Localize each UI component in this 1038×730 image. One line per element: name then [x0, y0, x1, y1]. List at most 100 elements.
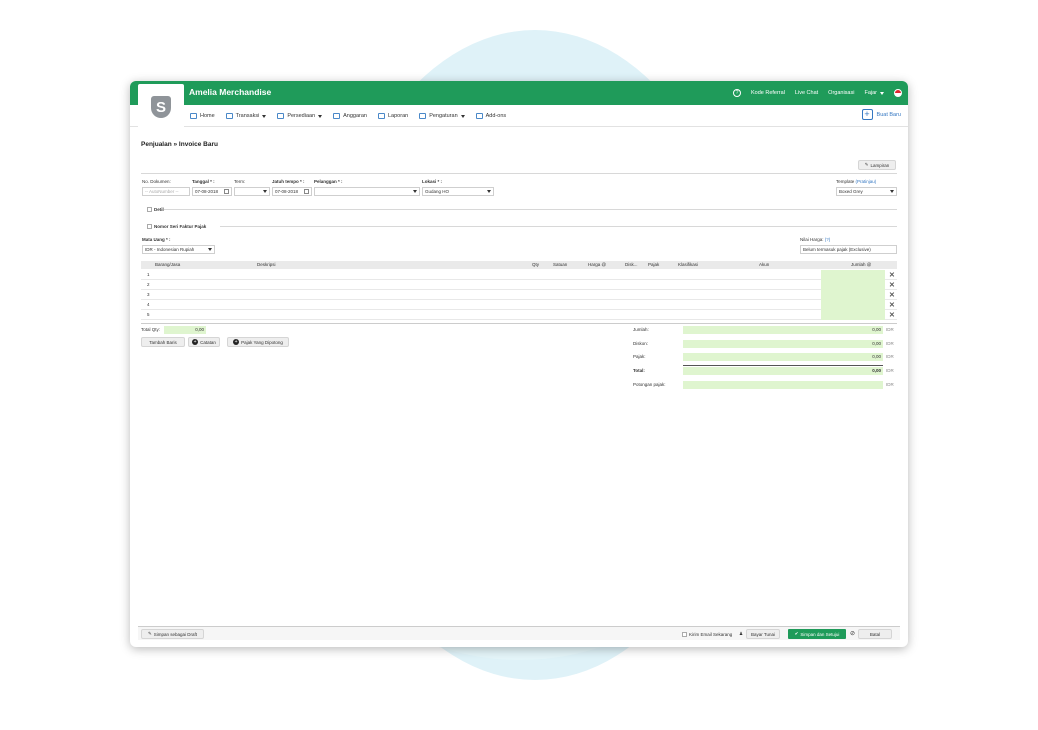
- add-row-label: Tambah Baris: [149, 339, 177, 345]
- nav-addons[interactable]: Add-ons: [475, 113, 506, 119]
- nav-home[interactable]: Home: [190, 113, 215, 119]
- amount-cell[interactable]: [821, 290, 885, 300]
- template-label-group: Template (Pratinjau): [836, 179, 876, 184]
- table-row[interactable]: 5 ✕: [141, 310, 897, 320]
- pay-cash-button[interactable]: Bayar Tunai: [746, 629, 780, 639]
- discount-value[interactable]: 0,00: [683, 340, 883, 348]
- save-approve-label: Simpan dan Setujui: [800, 631, 840, 637]
- withheld-tax-button[interactable]: + Pajak Yang Dipotong: [227, 337, 289, 347]
- date-field[interactable]: 07-08-2018: [192, 187, 232, 196]
- logo[interactable]: S: [138, 84, 184, 130]
- currency-code: IDR: [886, 368, 894, 373]
- nav-label: Transaksi: [235, 113, 260, 119]
- help-icon[interactable]: ?: [732, 89, 741, 97]
- cancel-button[interactable]: Batal: [858, 629, 892, 639]
- doc-no-placeholder: -- AutoNumber --: [145, 189, 179, 194]
- template-preview-link[interactable]: (Pratinjau): [856, 179, 877, 184]
- flag-icon[interactable]: [894, 89, 902, 97]
- total-label: Total:: [633, 368, 645, 373]
- delete-row-icon[interactable]: ✕: [889, 271, 895, 279]
- attachment-button[interactable]: ✎ Lampiran: [858, 160, 896, 170]
- currency-select[interactable]: IDR - Indonesian Rupiah: [142, 245, 215, 254]
- gear-icon: [419, 113, 427, 119]
- user-menu[interactable]: Fajar: [864, 90, 884, 96]
- new-button-label: Buat Baru: [876, 111, 901, 118]
- cancel-icon: ⊘: [850, 631, 856, 637]
- chevron-down-icon: [208, 248, 212, 251]
- help-icon[interactable]: (?): [825, 237, 831, 242]
- price-type-select[interactable]: Belum termasuk pajak (Exclusive): [800, 245, 897, 254]
- template-label: Template: [836, 179, 855, 184]
- amount-cell[interactable]: [821, 300, 885, 310]
- amount-cell[interactable]: [821, 310, 885, 320]
- detail-checkbox[interactable]: [147, 207, 152, 212]
- location-value: Gudang HO: [425, 189, 450, 194]
- tax-serial-checkbox[interactable]: [147, 224, 152, 229]
- plus-icon: +: [861, 109, 873, 120]
- col-unit: Satuan: [553, 262, 568, 267]
- nav-pengaturan[interactable]: Pengaturan: [419, 113, 465, 119]
- detail-label: Detil: [154, 207, 164, 212]
- price-type-value: Belum termasuk pajak (Exclusive): [803, 247, 871, 252]
- col-description: Deskripsi: [257, 262, 276, 267]
- amount-cell[interactable]: [821, 270, 885, 280]
- table-row[interactable]: 4 ✕: [141, 300, 897, 310]
- nav-laporan[interactable]: Laporan: [378, 113, 408, 119]
- add-row-button[interactable]: Tambah Baris: [141, 337, 185, 347]
- col-discount: Disk...: [625, 262, 638, 267]
- send-email-checkbox[interactable]: [682, 632, 687, 637]
- due-date-value: 07-08-2018: [275, 189, 299, 194]
- total-value: 0,00: [683, 367, 883, 375]
- delete-row-icon[interactable]: ✕: [889, 301, 895, 309]
- table-row[interactable]: 3 ✕: [141, 290, 897, 300]
- plus-circle-icon: +: [233, 339, 240, 345]
- nav-label: Anggaran: [343, 113, 367, 119]
- delete-row-icon[interactable]: ✕: [889, 291, 895, 299]
- col-amount: Jumlah @: [851, 262, 872, 267]
- location-select[interactable]: Gudang HO: [422, 187, 494, 196]
- template-select[interactable]: Boxed Grey: [836, 187, 897, 196]
- due-date-field[interactable]: 07-08-2018: [272, 187, 312, 196]
- main-nav: Home Transaksi Persediaan Anggaran Lapor…: [130, 105, 908, 127]
- nav-transaksi[interactable]: Transaksi: [225, 113, 267, 119]
- divider: [220, 226, 897, 227]
- top-bar: Amelia Merchandise ? Kode Referral Live …: [130, 81, 908, 105]
- delete-row-icon[interactable]: ✕: [889, 311, 895, 319]
- amount-cell[interactable]: [821, 280, 885, 290]
- save-approve-button[interactable]: ✔ Simpan dan Setujui: [788, 629, 846, 639]
- organization-link[interactable]: Organisasi: [828, 90, 854, 96]
- customer-select[interactable]: [314, 187, 420, 196]
- divider: [141, 173, 897, 174]
- tax-cut-value: [683, 381, 883, 389]
- template-value: Boxed Grey: [839, 189, 863, 194]
- new-button[interactable]: + Buat Baru: [861, 109, 901, 120]
- pay-cash-label: Bayar Tunai: [750, 631, 775, 637]
- delete-row-icon[interactable]: ✕: [889, 281, 895, 289]
- chevron-down-icon: [880, 91, 884, 95]
- row-number: 1: [147, 272, 150, 277]
- tax-value: 0,00: [683, 353, 883, 361]
- calendar-icon[interactable]: [224, 189, 229, 194]
- user-name: Fajar: [864, 90, 877, 96]
- table-row[interactable]: 1 ✕: [141, 270, 897, 280]
- nav-anggaran[interactable]: Anggaran: [333, 113, 367, 119]
- chevron-down-icon: [460, 114, 465, 118]
- calendar-icon[interactable]: [304, 189, 309, 194]
- doc-no-field[interactable]: -- AutoNumber --: [142, 187, 190, 196]
- plus-circle-icon: +: [192, 339, 199, 345]
- col-item: Barang/Jasa: [155, 262, 181, 267]
- chevron-down-icon: [413, 190, 417, 193]
- sum-value: 0,00: [683, 326, 883, 334]
- nav-persediaan[interactable]: Persediaan: [277, 113, 323, 119]
- table-row[interactable]: 2 ✕: [141, 280, 897, 290]
- home-icon: [190, 113, 197, 119]
- live-chat-link[interactable]: Live Chat: [795, 90, 818, 96]
- app-title: Amelia Merchandise: [189, 87, 272, 97]
- save-draft-button[interactable]: ✎ Simpan sebagai Draft: [141, 629, 204, 639]
- location-label: Lokasi * :: [422, 179, 443, 184]
- inventory-icon: [277, 113, 285, 119]
- note-button[interactable]: + Catatan: [188, 337, 220, 347]
- referral-link[interactable]: Kode Referral: [751, 90, 785, 96]
- term-select[interactable]: [234, 187, 270, 196]
- pencil-icon: ✎: [147, 631, 152, 636]
